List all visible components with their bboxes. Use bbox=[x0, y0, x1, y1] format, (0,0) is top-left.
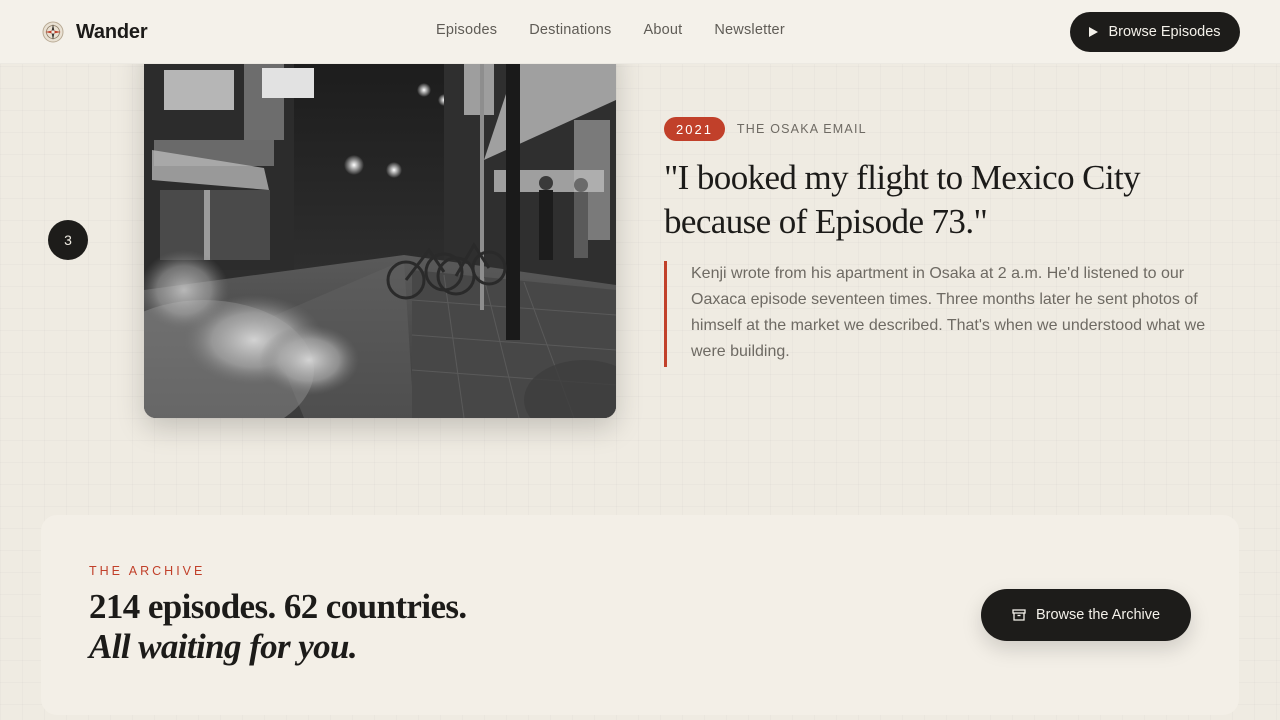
archive-box-icon bbox=[1012, 609, 1026, 621]
nav-episodes[interactable]: Episodes bbox=[436, 22, 497, 38]
site-header: Wander Episodes Destinations About Newsl… bbox=[0, 0, 1280, 64]
story-label: THE OSAKA EMAIL bbox=[736, 122, 867, 136]
browse-episodes-button[interactable]: Browse Episodes bbox=[1070, 12, 1240, 52]
main-nav: Episodes Destinations About Newsletter bbox=[436, 22, 785, 38]
archive-eyebrow: THE ARCHIVE bbox=[89, 564, 206, 578]
browse-episodes-label: Browse Episodes bbox=[1108, 24, 1221, 40]
browse-archive-label: Browse the Archive bbox=[1035, 607, 1161, 623]
step-number-badge: 3 bbox=[48, 220, 88, 260]
story-body: Kenji wrote from his apartment in Osaka … bbox=[664, 261, 1224, 367]
year-badge: 2021 bbox=[664, 117, 725, 141]
archive-title: 214 episodes. 62 countries. All waiting … bbox=[89, 587, 467, 667]
story-photo bbox=[144, 40, 616, 418]
archive-title-line-1: 214 episodes. 62 countries. bbox=[89, 587, 467, 626]
story-meta: 2021 THE OSAKA EMAIL bbox=[664, 117, 867, 141]
nav-newsletter[interactable]: Newsletter bbox=[714, 22, 785, 38]
brand-name: Wander bbox=[76, 20, 148, 43]
nav-about[interactable]: About bbox=[643, 22, 682, 38]
osaka-street-photo bbox=[144, 40, 616, 418]
archive-title-line-2: All waiting for you. bbox=[89, 627, 358, 666]
browse-archive-button[interactable]: Browse the Archive bbox=[981, 589, 1191, 641]
brand-logo[interactable]: Wander bbox=[42, 20, 148, 44]
play-icon bbox=[1089, 27, 1099, 37]
compass-icon bbox=[42, 21, 64, 43]
story-quote: "I booked my flight to Mexico City becau… bbox=[664, 158, 1141, 241]
nav-destinations[interactable]: Destinations bbox=[529, 22, 611, 38]
archive-card: THE ARCHIVE 214 episodes. 62 countries. … bbox=[41, 515, 1239, 715]
